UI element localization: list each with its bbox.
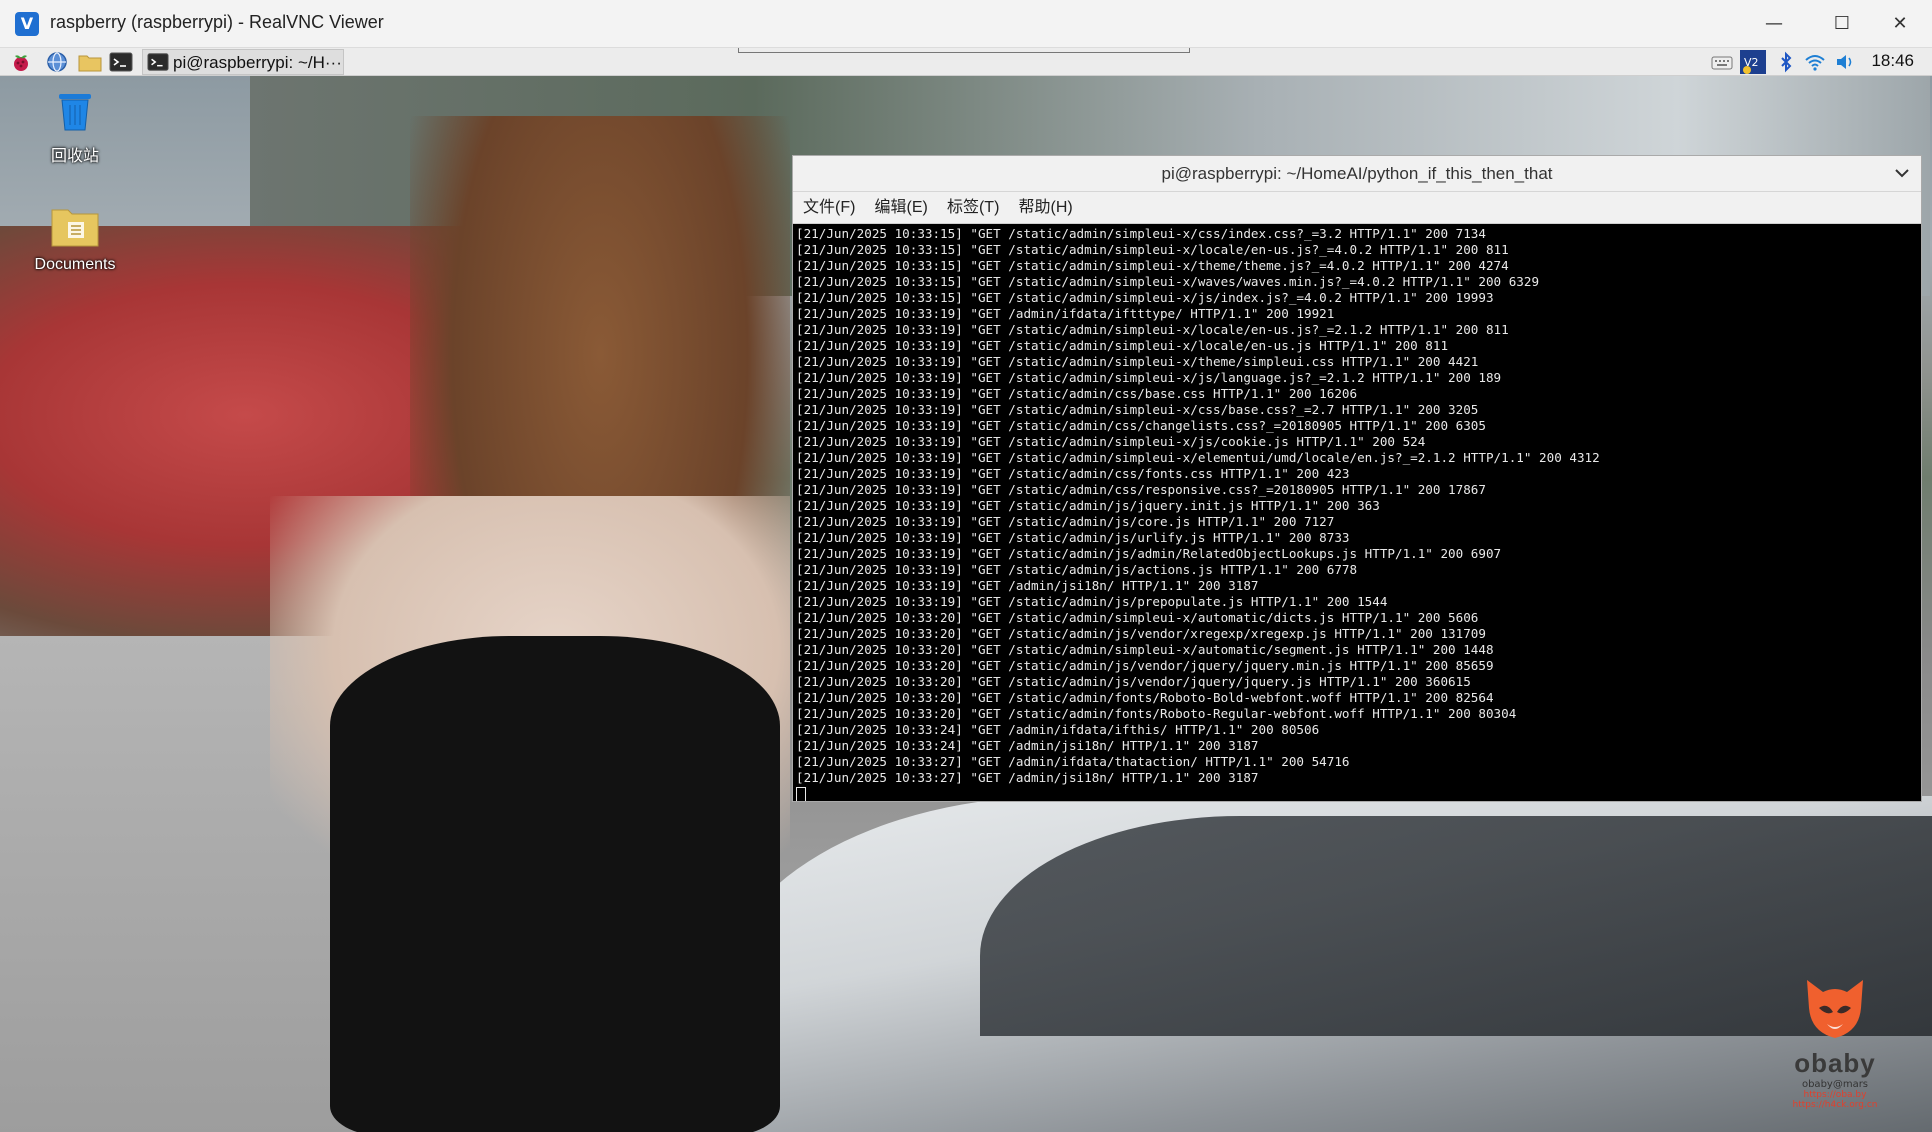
chevron-down-icon[interactable] bbox=[1891, 162, 1913, 184]
terminal-log-line: [21/Jun/2025 10:33:20] "GET /static/admi… bbox=[796, 610, 1479, 625]
terminal-log-line: [21/Jun/2025 10:33:19] "GET /static/admi… bbox=[796, 370, 1502, 385]
terminal-window[interactable]: pi@raspberrypi: ~/HomeAI/python_if_this_… bbox=[792, 155, 1922, 802]
bluetooth-icon[interactable] bbox=[1775, 51, 1797, 73]
terminal-log-line: [21/Jun/2025 10:33:20] "GET /static/admi… bbox=[796, 706, 1517, 721]
globe-icon[interactable] bbox=[46, 51, 68, 73]
watermark: obaby obaby@mars https://oba.by https://… bbox=[1780, 968, 1890, 1110]
terminal-log-line: [21/Jun/2025 10:33:19] "GET /static/admi… bbox=[796, 338, 1449, 353]
folder-icon[interactable] bbox=[78, 51, 102, 73]
volume-icon[interactable] bbox=[1834, 51, 1856, 73]
terminal-log-line: [21/Jun/2025 10:33:19] "GET /static/admi… bbox=[796, 466, 1350, 481]
terminal-menubar: 文件(F) 编辑(E) 标签(T) 帮助(H) bbox=[793, 192, 1921, 224]
taskbar-terminal-button[interactable]: pi@raspberrypi: ~/H··· bbox=[142, 49, 344, 75]
terminal-log-line: [21/Jun/2025 10:33:20] "GET /static/admi… bbox=[796, 642, 1494, 657]
keyboard-icon[interactable] bbox=[1711, 51, 1733, 73]
terminal-output[interactable]: [21/Jun/2025 10:33:15] "GET /static/admi… bbox=[796, 226, 1921, 801]
terminal-log-line: [21/Jun/2025 10:33:19] "GET /static/admi… bbox=[796, 418, 1486, 433]
trash-icon bbox=[52, 88, 98, 134]
terminal-log-line: [21/Jun/2025 10:33:19] "GET /admin/jsi18… bbox=[796, 578, 1259, 593]
wifi-icon[interactable] bbox=[1804, 51, 1826, 73]
window-title: raspberry (raspberrypi) - RealVNC Viewer bbox=[50, 12, 384, 32]
terminal-log-line: [21/Jun/2025 10:33:20] "GET /static/admi… bbox=[796, 674, 1471, 689]
panel-clock[interactable]: 18:46 bbox=[1871, 51, 1914, 71]
terminal-log-line: [21/Jun/2025 10:33:19] "GET /static/admi… bbox=[796, 530, 1350, 545]
maximize-button[interactable]: ☐ bbox=[1814, 6, 1870, 42]
terminal-log-line: [21/Jun/2025 10:33:20] "GET /static/admi… bbox=[796, 658, 1494, 673]
taskbar-terminal-label: pi@raspberrypi: ~/H··· bbox=[173, 53, 342, 72]
terminal-log-line: [21/Jun/2025 10:33:19] "GET /static/admi… bbox=[796, 498, 1380, 513]
close-button[interactable]: ✕ bbox=[1872, 6, 1928, 42]
terminal-log-line: [21/Jun/2025 10:33:19] "GET /static/admi… bbox=[796, 450, 1600, 465]
terminal-log-line: [21/Jun/2025 10:33:19] "GET /static/admi… bbox=[796, 322, 1509, 337]
terminal-icon bbox=[147, 51, 169, 73]
terminal-log-line: [21/Jun/2025 10:33:19] "GET /admin/ifdat… bbox=[796, 306, 1335, 321]
watermark-name: obaby bbox=[1794, 1048, 1876, 1078]
terminal-log-line: [21/Jun/2025 10:33:15] "GET /static/admi… bbox=[796, 258, 1509, 273]
terminal-log-line: [21/Jun/2025 10:33:27] "GET /admin/jsi18… bbox=[796, 770, 1259, 785]
terminal-log-line: [21/Jun/2025 10:33:19] "GET /static/admi… bbox=[796, 594, 1388, 609]
terminal-log-line: [21/Jun/2025 10:33:24] "GET /admin/jsi18… bbox=[796, 738, 1259, 753]
terminal-log-line: [21/Jun/2025 10:33:20] "GET /static/admi… bbox=[796, 626, 1486, 641]
menu-tabs[interactable]: 标签(T) bbox=[947, 192, 999, 224]
panel-center-slot bbox=[738, 48, 1190, 53]
wallpaper-figure-dress bbox=[330, 636, 780, 1132]
realvnc-app-icon: V bbox=[15, 12, 39, 36]
desktop-icon-label: Documents bbox=[34, 256, 116, 273]
terminal-log-line: [21/Jun/2025 10:33:27] "GET /admin/ifdat… bbox=[796, 754, 1350, 769]
fox-logo-icon bbox=[1797, 968, 1873, 1044]
menu-help[interactable]: 帮助(H) bbox=[1019, 192, 1073, 224]
watermark-url: https://oba.by bbox=[1803, 1090, 1867, 1100]
menu-edit[interactable]: 编辑(E) bbox=[875, 192, 928, 224]
desktop-icon-documents[interactable]: Documents bbox=[20, 202, 130, 274]
terminal-log-line: [21/Jun/2025 10:33:19] "GET /static/admi… bbox=[796, 514, 1335, 529]
terminal-log-line: [21/Jun/2025 10:33:24] "GET /admin/ifdat… bbox=[796, 722, 1320, 737]
terminal-log-line: [21/Jun/2025 10:33:19] "GET /static/admi… bbox=[796, 482, 1486, 497]
terminal-log-line: [21/Jun/2025 10:33:15] "GET /static/admi… bbox=[796, 242, 1509, 257]
desktop-icon-label: 回收站 bbox=[50, 148, 99, 165]
terminal-log-line: [21/Jun/2025 10:33:19] "GET /static/admi… bbox=[796, 354, 1479, 369]
terminal-log-line: [21/Jun/2025 10:33:19] "GET /static/admi… bbox=[796, 546, 1502, 561]
vnc-icon[interactable]: V2 bbox=[1739, 49, 1767, 75]
terminal-title: pi@raspberrypi: ~/HomeAI/python_if_this_… bbox=[1161, 164, 1553, 183]
terminal-log-line: [21/Jun/2025 10:33:19] "GET /static/admi… bbox=[796, 386, 1358, 401]
terminal-log-line: [21/Jun/2025 10:33:19] "GET /static/admi… bbox=[796, 434, 1426, 449]
terminal-cursor bbox=[796, 787, 806, 801]
terminal-log-line: [21/Jun/2025 10:33:15] "GET /static/admi… bbox=[796, 226, 1486, 241]
terminal-log-line: [21/Jun/2025 10:33:20] "GET /static/admi… bbox=[796, 690, 1494, 705]
terminal-icon[interactable] bbox=[109, 51, 133, 73]
folder-documents-icon bbox=[50, 202, 100, 248]
terminal-log-line: [21/Jun/2025 10:33:19] "GET /static/admi… bbox=[796, 402, 1479, 417]
raspberry-menu-icon[interactable] bbox=[10, 51, 32, 73]
terminal-log-line: [21/Jun/2025 10:33:15] "GET /static/admi… bbox=[796, 274, 1540, 289]
terminal-titlebar[interactable]: pi@raspberrypi: ~/HomeAI/python_if_this_… bbox=[793, 156, 1921, 192]
watermark-sub: obaby@mars bbox=[1801, 1079, 1869, 1090]
terminal-log-line: [21/Jun/2025 10:33:19] "GET /static/admi… bbox=[796, 562, 1358, 577]
minimize-button[interactable]: — bbox=[1746, 6, 1802, 42]
watermark-url: https://h4ck.org.cn bbox=[1792, 1100, 1878, 1110]
menu-file[interactable]: 文件(F) bbox=[803, 192, 855, 224]
desktop-icon-trash[interactable]: 回收站 bbox=[20, 88, 130, 166]
terminal-log-line: [21/Jun/2025 10:33:15] "GET /static/admi… bbox=[796, 290, 1494, 305]
vnc-window-titlebar[interactable]: V raspberry (raspberrypi) - RealVNC View… bbox=[0, 0, 1932, 48]
